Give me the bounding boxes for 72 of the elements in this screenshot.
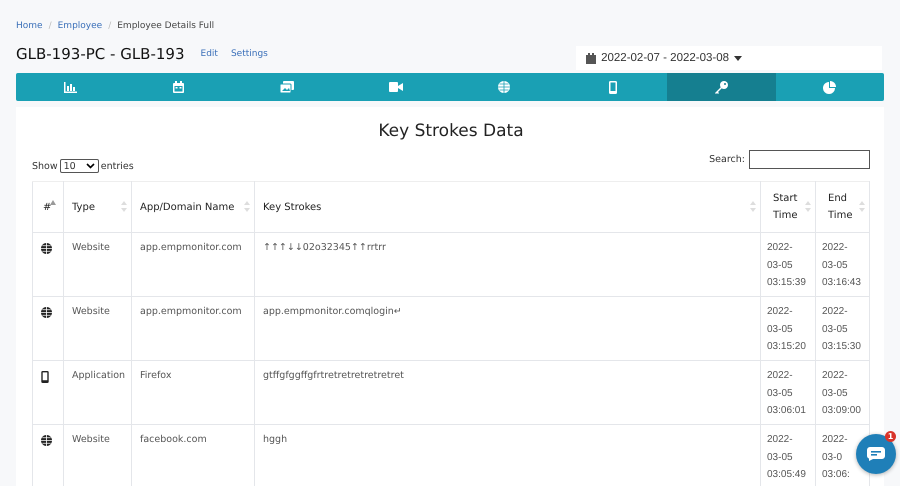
chevron-down-icon [86,163,95,169]
time-text: 03-0 [822,448,842,466]
table-cell: gtffgfggffgfrtretretretretretret [254,360,760,424]
breadcrumb-link[interactable]: Home [16,21,43,31]
globe-icon [41,435,52,446]
time-text: 03:16:43 [822,274,861,292]
time-text: 2022- [822,303,848,320]
time-text: 03-05 [767,256,793,274]
video-camera-icon [388,82,403,92]
pie-chart-icon [823,80,836,94]
entries-label: entries [100,160,134,172]
time-text: 2022- [767,431,793,448]
table-cell: Website [64,232,132,296]
calendar-icon [173,81,184,93]
column-header[interactable]: # [32,182,64,232]
time-text: 03-05 [767,384,793,402]
breadcrumb-separator: / [108,21,112,31]
table-cell: Application [64,360,132,424]
time-text: 2022- [822,367,848,384]
calendar-icon [586,52,596,64]
time-text: 2022- [767,303,793,320]
time-text: 2022- [767,367,793,384]
time-text: 03:06: [822,466,850,484]
table-cell: app.empmonitor.com [132,232,254,296]
time-text: 03:15:30 [822,338,861,356]
section-heading: Key Strokes Data [377,121,525,141]
time-text: 03-05 [822,320,848,338]
page-title: GLB-193-PC - GLB-193 [16,45,185,63]
breadcrumb-separator: / [48,21,52,31]
header-link[interactable]: Edit [200,49,218,59]
header-link[interactable]: Settings [230,49,268,59]
column-header[interactable]: Key Strokes [254,182,760,232]
time-text: 03-05 [767,320,793,338]
table-cell: Firefox [132,360,254,424]
time-text: 03:15:20 [767,338,806,356]
time-text: 2022- [767,239,793,256]
search-label: Search: [709,154,745,164]
globe-icon [498,81,510,93]
time-text: 03:05:49 [767,466,806,484]
breadcrumb-current: Employee Details Full [117,21,214,31]
breadcrumb-link[interactable]: Employee [58,21,102,31]
globe-icon [41,307,52,318]
time-text: 03-05 [822,384,848,402]
key-icon [714,80,728,94]
images-icon [280,81,294,93]
time-text: 03:06:01 [767,402,806,420]
date-range-picker[interactable]: 2022-02-07 - 2022-03-08 [576,46,882,70]
time-text: 03:15:39 [767,274,806,292]
column-header[interactable]: Type [64,182,132,232]
chart-icon [64,82,77,92]
column-header[interactable]: App/Domain Name [132,182,254,232]
table-cell: app.empmonitor.com [132,296,254,360]
search-field[interactable] [749,150,870,168]
globe-icon [41,243,52,254]
time-text: 03-05 [767,448,793,466]
table-cell: Website [64,296,132,360]
table-cell: app.empmonitor.comqlogin↵ [254,296,760,360]
time-text: 2022- [822,239,848,256]
table-cell: ↑↑↑↓↓02o32345↑↑rrtrr [254,232,760,296]
mobile-phone-icon [608,80,617,94]
notification-badge: 1 [885,431,896,442]
column-header[interactable]: End Time [816,182,870,232]
show-label: Show [32,160,58,172]
time-text: 03-05 [822,256,848,274]
mobile-phone-icon [41,371,49,383]
time-text: 2022- [822,431,848,448]
column-header[interactable]: Start Time [760,182,816,232]
entries-select[interactable]: 10 [60,159,99,173]
chat-bubble-icon [867,447,885,461]
tab[interactable] [667,73,776,101]
caret-icon [734,56,742,60]
time-text: 03:09:00 [822,402,861,420]
